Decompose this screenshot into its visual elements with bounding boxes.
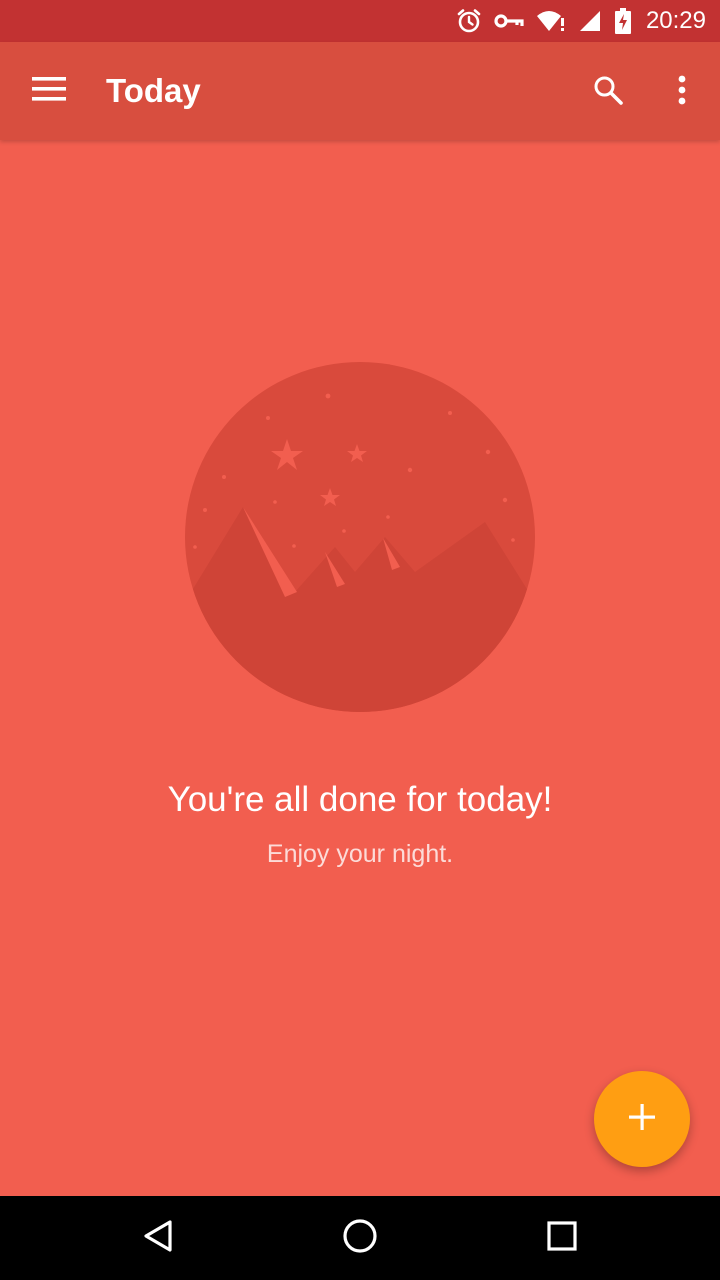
search-button[interactable]: [580, 64, 636, 120]
menu-icon: [32, 76, 66, 106]
wifi-icon: [536, 9, 566, 33]
recents-button[interactable]: [534, 1210, 590, 1266]
recents-icon: [547, 1220, 577, 1256]
add-task-button[interactable]: [594, 1071, 690, 1167]
more-vert-icon: [677, 75, 687, 110]
navigation-bar: [0, 1196, 720, 1280]
search-icon: [592, 74, 624, 111]
empty-state-subtitle: Enjoy your night.: [266, 840, 454, 868]
more-options-button[interactable]: [654, 64, 710, 120]
back-button[interactable]: [130, 1210, 186, 1266]
signal-icon: [578, 9, 602, 33]
vpn-key-icon: [494, 11, 524, 31]
alarm-icon: [456, 8, 482, 34]
page-title: Today: [106, 72, 201, 109]
home-icon: [342, 1218, 378, 1259]
back-icon: [142, 1219, 174, 1258]
status-bar: 20:29: [0, 0, 720, 42]
status-time: 20:29: [645, 7, 706, 34]
app-bar: Today: [0, 42, 720, 140]
battery-charging-icon: [614, 8, 632, 34]
home-button[interactable]: [332, 1210, 388, 1266]
moon-night-illustration: [185, 362, 535, 712]
empty-state-title: You're all done for today!: [167, 780, 553, 819]
add-icon: [628, 1103, 656, 1136]
menu-button[interactable]: [20, 62, 78, 120]
status-icons: 20:29: [456, 0, 706, 42]
